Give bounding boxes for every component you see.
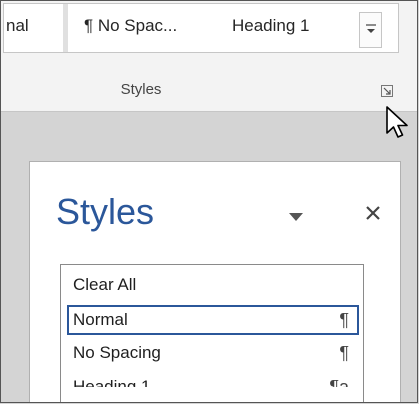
list-item-no-spacing[interactable]: No Spacing ¶ [67, 339, 359, 369]
pane-title: Styles [56, 191, 155, 232]
style-tile-heading-1[interactable]: Heading 1 [222, 4, 356, 52]
list-item-normal[interactable]: Normal ¶ [67, 305, 359, 335]
list-item-label: Heading 1 [73, 377, 151, 387]
window-frame: nal ¶ No Spac... Heading 1 Styles Styles [0, 0, 418, 403]
list-item-clear-all[interactable]: Clear All [67, 271, 359, 301]
paragraph-mark-icon: ¶ [339, 343, 349, 363]
list-item-label: Clear All [73, 275, 137, 294]
list-item-label: No Spacing [73, 343, 161, 362]
pane-options-dropdown-icon[interactable] [288, 212, 304, 222]
styles-pane: Styles Clear All Normal ¶ No Spacing ¶ H… [29, 161, 401, 402]
dialog-launcher-icon[interactable] [381, 85, 393, 97]
mouse-pointer-icon [386, 106, 408, 138]
style-tile-normal[interactable]: nal [4, 4, 68, 52]
gallery-more-button[interactable] [359, 12, 382, 48]
more-styles-icon [366, 24, 376, 33]
paragraph-mark-icon: ¶ [339, 310, 349, 330]
ribbon-styles-group: nal ¶ No Spac... Heading 1 Styles [1, 1, 417, 112]
group-label-styles: Styles [120, 81, 162, 98]
close-icon[interactable] [364, 204, 382, 222]
styles-gallery: nal ¶ No Spac... Heading 1 [3, 3, 399, 53]
style-tile-no-spacing[interactable]: ¶ No Spac... [74, 4, 222, 52]
styles-list: Clear All Normal ¶ No Spacing ¶ Heading … [60, 264, 364, 402]
list-item-label: Normal [73, 310, 128, 329]
list-item-heading-1[interactable]: Heading 1 ¶a [67, 373, 359, 387]
linked-style-mark-icon: ¶a [329, 377, 349, 387]
